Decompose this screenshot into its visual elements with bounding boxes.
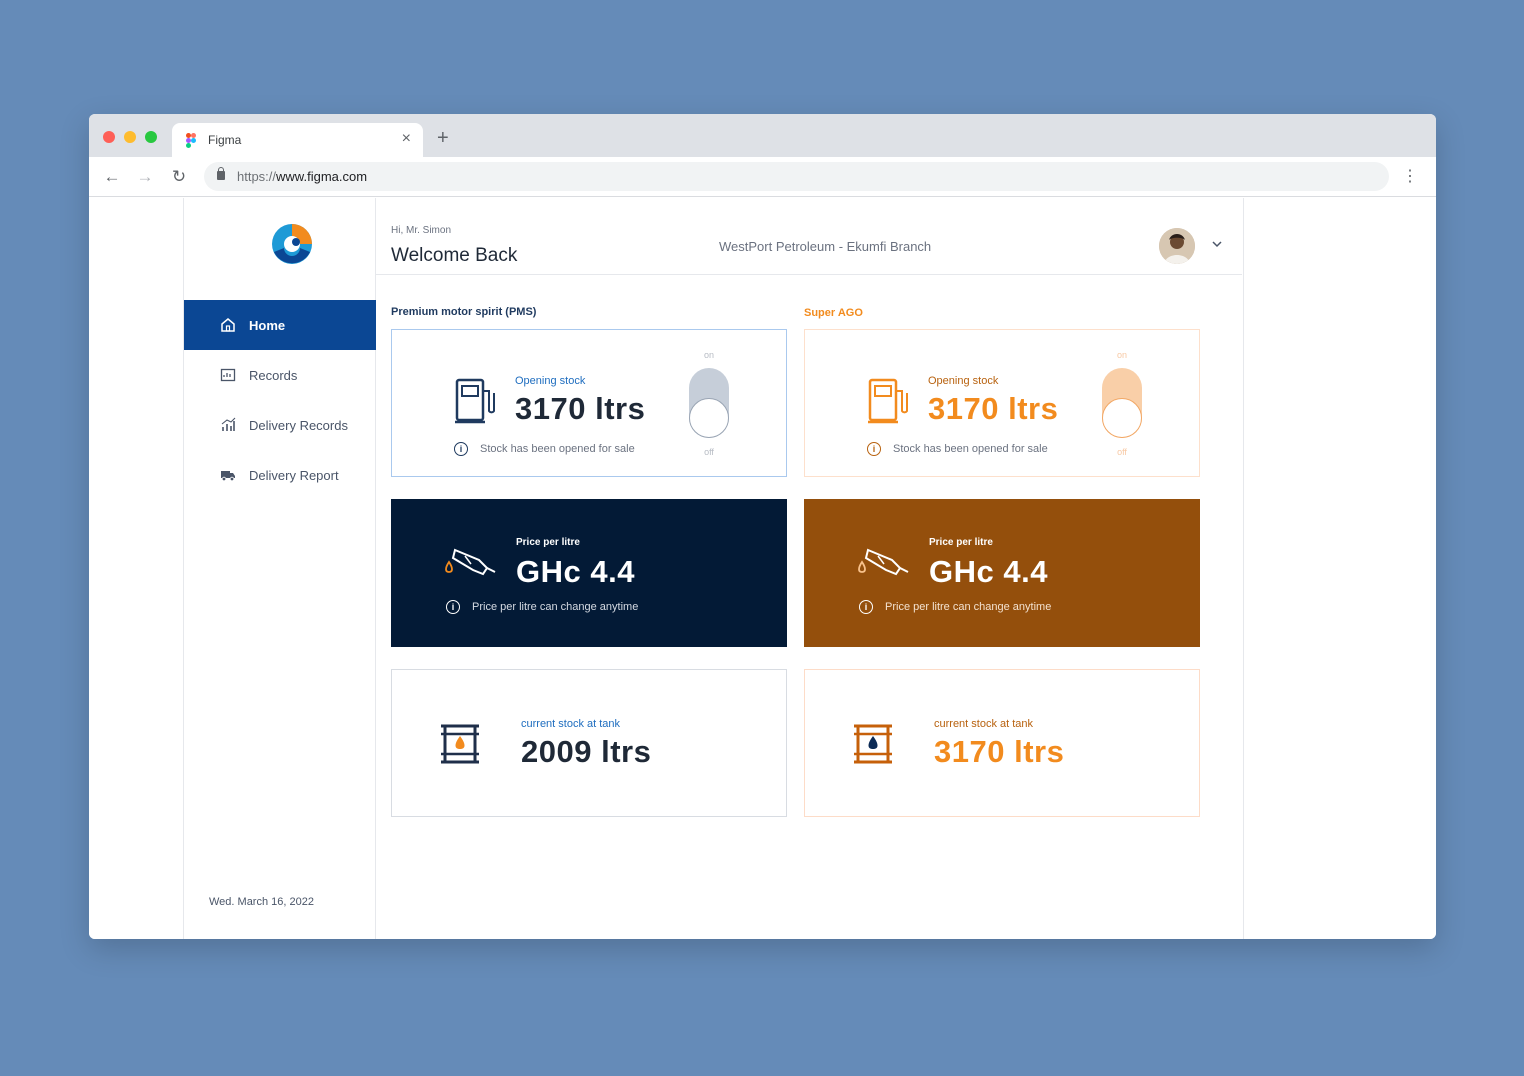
sidebar: Home Records Delivery Records Delivery R… [183,198,376,939]
opening-stock-label: Opening stock [515,375,586,387]
opening-stock-note: i Stock has been opened for sale [867,442,1048,456]
tank-stock-label: current stock at tank [934,718,1034,730]
forward-icon[interactable]: → [135,167,155,187]
toggle-on-label: on [1116,350,1127,360]
sidebar-item-delivery-records[interactable]: Delivery Records [184,400,376,450]
info-icon: i [867,442,881,456]
opening-stock-label: Opening stock [928,375,999,387]
home-icon [219,316,237,334]
opening-stock-value: 3170 ltrs [928,391,1059,426]
sidebar-item-delivery-report[interactable]: Delivery Report [184,450,376,500]
note-text: Stock has been opened for sale [480,443,635,455]
address-bar[interactable]: https://www.figma.com [204,162,1389,191]
info-icon: i [454,442,468,456]
opening-stock-value: 3170 ltrs [515,391,646,426]
fuel-pump-icon [868,378,908,424]
chevron-down-icon[interactable] [1209,236,1225,252]
tab-bar: Figma × + [89,114,1436,157]
oil-barrel-icon [441,724,479,764]
ago-stock-toggle[interactable] [1102,368,1142,438]
sidebar-item-label: Records [249,367,298,383]
tank-stock-label: current stock at tank [521,718,621,730]
note-text: Price per litre can change anytime [472,601,639,613]
truck-icon [219,466,237,484]
price-note: i Price per litre can change anytime [859,600,1051,614]
fuel-pump-icon [455,378,495,424]
browser-window: Figma × + ← → ↻ https://www.figma.com ⋮ [89,114,1436,939]
company-logo [272,224,312,264]
tank-stock-value: 2009 ltrs [521,734,652,769]
toggle-knob [689,398,729,438]
new-tab-button[interactable]: + [437,128,449,148]
price-label: Price per litre [929,537,993,548]
info-icon: i [859,600,873,614]
pms-section-label: Premium motor spirit (PMS) [391,306,537,318]
chart-icon [219,416,237,434]
page-header: Hi, Mr. Simon Welcome Back WestPort Petr… [376,198,1242,275]
price-value: GHc 4.4 [516,554,635,589]
sidebar-nav: Home Records Delivery Records Delivery R… [184,300,376,500]
info-icon: i [446,600,460,614]
toggle-knob [1102,398,1142,438]
price-label: Price per litre [516,537,580,548]
current-date: Wed. March 16, 2022 [209,896,314,908]
tab-close-icon[interactable]: × [402,130,411,148]
price-note: i Price per litre can change anytime [446,600,638,614]
records-icon [219,366,237,384]
note-text: Stock has been opened for sale [893,443,1048,455]
sidebar-item-records[interactable]: Records [184,350,376,400]
avatar[interactable] [1159,228,1195,264]
browser-tab[interactable]: Figma × [172,123,423,157]
ago-opening-stock-card: Opening stock 3170 ltrs i Stock has been… [804,329,1200,477]
pms-stock-toggle[interactable] [689,368,729,438]
minimize-window-button[interactable] [124,131,136,143]
price-value: GHc 4.4 [929,554,1048,589]
ago-tank-stock-card: current stock at tank 3170 ltrs [804,669,1200,817]
tank-stock-value: 3170 ltrs [934,734,1065,769]
page-title: Welcome Back [391,245,518,266]
greeting-text: Hi, Mr. Simon [391,225,452,236]
toggle-on-label: on [703,350,714,360]
ago-price-card: Price per litre GHc 4.4 i Price per litr… [804,499,1200,647]
tab-title: Figma [208,133,242,147]
pms-price-card: Price per litre GHc 4.4 i Price per litr… [391,499,787,647]
window-controls [103,131,157,143]
toggle-off-label: off [704,447,714,457]
fuel-nozzle-icon [445,548,496,576]
browser-menu-icon[interactable]: ⋮ [1402,167,1418,187]
note-text: Price per litre can change anytime [885,601,1052,613]
fuel-nozzle-icon [858,548,909,576]
maximize-window-button[interactable] [145,131,157,143]
ago-section-label: Super AGO [804,307,863,319]
sidebar-item-home[interactable]: Home [184,300,376,350]
lock-icon [217,167,225,180]
oil-barrel-icon [854,724,892,764]
page-content: Home Records Delivery Records Delivery R… [89,198,1436,939]
browser-toolbar: ← → ↻ https://www.figma.com ⋮ [89,157,1436,197]
sidebar-item-label: Delivery Report [249,467,339,483]
url-text: https://www.figma.com [237,169,368,184]
toggle-off-label: off [1117,447,1127,457]
reload-icon[interactable]: ↻ [169,167,189,187]
opening-stock-note: i Stock has been opened for sale [454,442,635,456]
pms-opening-stock-card: Opening stock 3170 ltrs i Stock has been… [391,329,787,477]
sidebar-item-label: Home [249,317,286,333]
close-window-button[interactable] [103,131,115,143]
pms-tank-stock-card: current stock at tank 2009 ltrs [391,669,787,817]
back-icon[interactable]: ← [102,167,122,187]
branch-name: WestPort Petroleum - Ekumfi Branch [719,239,932,254]
figma-icon [186,133,196,148]
main-panel: Hi, Mr. Simon Welcome Back WestPort Petr… [376,198,1244,939]
sidebar-item-label: Delivery Records [249,417,348,433]
